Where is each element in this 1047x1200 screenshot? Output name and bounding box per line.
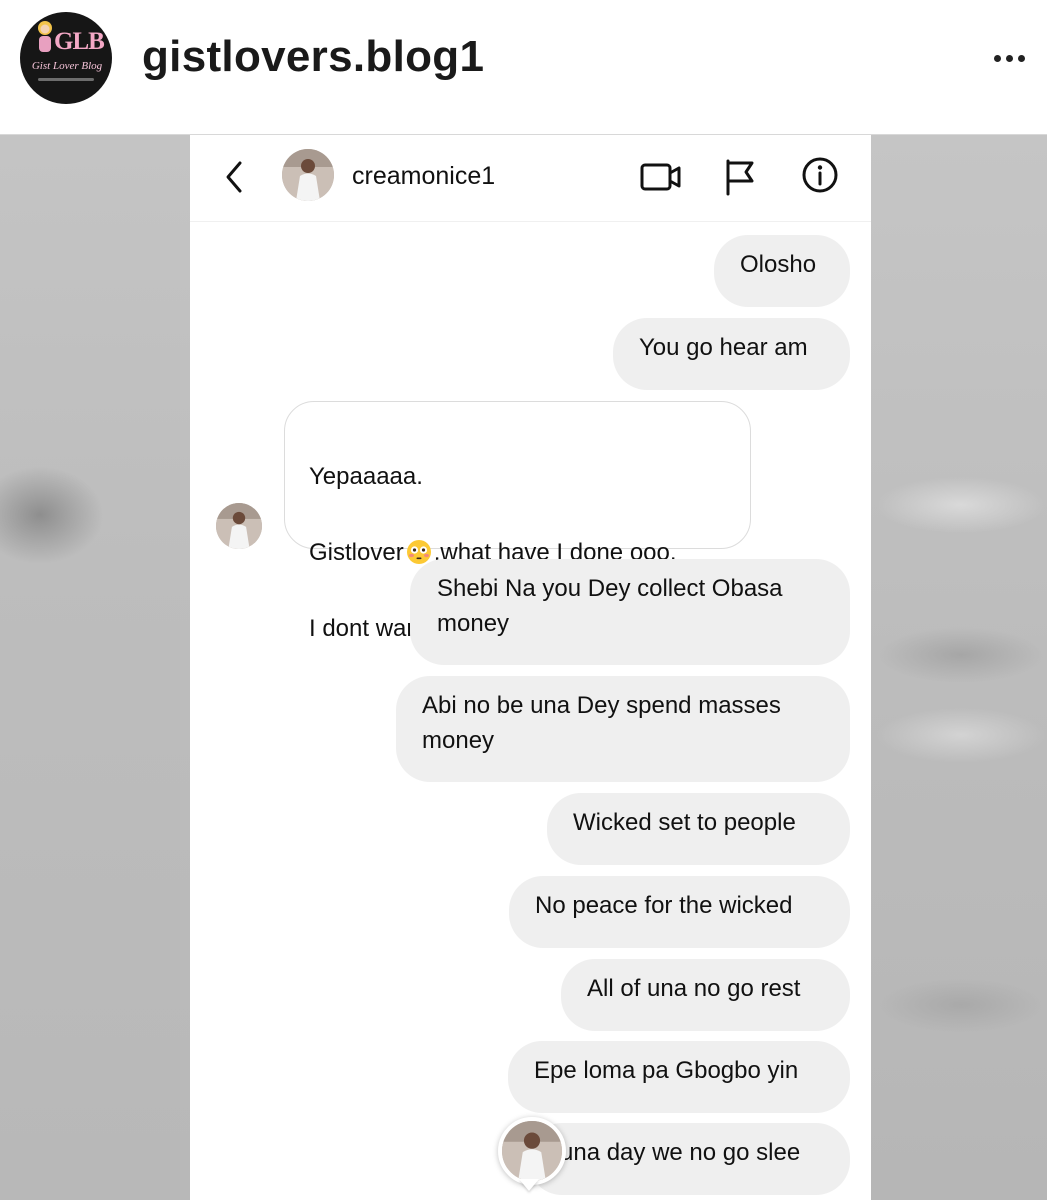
- post-header: GLB Gist Lover Blog gistlovers.blog1: [0, 0, 1047, 135]
- contact-name[interactable]: creamonice1: [352, 162, 495, 191]
- message-bubble-outgoing[interactable]: No peace for the wicked: [509, 876, 850, 948]
- message-bubble-outgoing[interactable]: All of una no go rest: [561, 959, 850, 1031]
- message-bubble-outgoing[interactable]: una day we no go slee: [528, 1123, 850, 1195]
- blurred-backdrop-right: [871, 135, 1047, 1200]
- sender-avatar[interactable]: [216, 503, 262, 549]
- contact-photo-icon: [216, 503, 262, 549]
- account-name[interactable]: gistlovers.blog1: [142, 32, 484, 82]
- message-bubble-outgoing[interactable]: Abi no be una Dey spend masses money: [396, 676, 850, 782]
- contact-photo-icon: [282, 149, 334, 201]
- message-bubble-outgoing[interactable]: Wicked set to people: [547, 793, 850, 865]
- cartoon-figure-icon: [38, 21, 52, 52]
- contact-avatar[interactable]: [282, 149, 334, 201]
- message-bubble-incoming[interactable]: Yepaaaaa. Gistlover ,what have I done oo…: [284, 401, 751, 642]
- more-dot-icon: [1005, 54, 1013, 62]
- flag-icon[interactable]: [722, 157, 758, 197]
- more-dot-icon: [993, 54, 1001, 62]
- dm-header: creamonice1: [190, 135, 871, 222]
- flushed-face-emoji-icon: [406, 540, 431, 564]
- blurred-backdrop-left: [0, 135, 190, 1200]
- message-bubble-outgoing[interactable]: Shebi Na you Dey collect Obasa money: [410, 559, 850, 665]
- blog-avatar[interactable]: GLB Gist Lover Blog: [20, 12, 112, 104]
- back-icon[interactable]: [220, 157, 250, 197]
- info-icon[interactable]: [800, 155, 840, 195]
- message-bubble-outgoing[interactable]: Olosho: [714, 235, 850, 307]
- dm-screenshot: creamonice1 Olosho You go hear am Yepaaa…: [190, 135, 871, 1200]
- video-call-icon[interactable]: [638, 159, 684, 195]
- blog-avatar-ribbon: [38, 78, 94, 81]
- more-options-button[interactable]: [984, 38, 1034, 78]
- blog-avatar-subtext: Gist Lover Blog: [31, 60, 103, 72]
- message-bubble-outgoing[interactable]: Epe loma pa Gbogbo yin: [508, 1041, 850, 1113]
- message-bubble-outgoing[interactable]: You go hear am: [613, 318, 850, 390]
- seen-avatar-pin: [498, 1117, 566, 1185]
- blog-avatar-logo-text: GLB: [54, 28, 105, 55]
- more-dot-icon: [1017, 54, 1025, 62]
- seen-avatar-pin-tail: [519, 1179, 539, 1191]
- message-line: Yepaaaaa.: [309, 463, 423, 490]
- contact-photo-icon: [502, 1121, 562, 1181]
